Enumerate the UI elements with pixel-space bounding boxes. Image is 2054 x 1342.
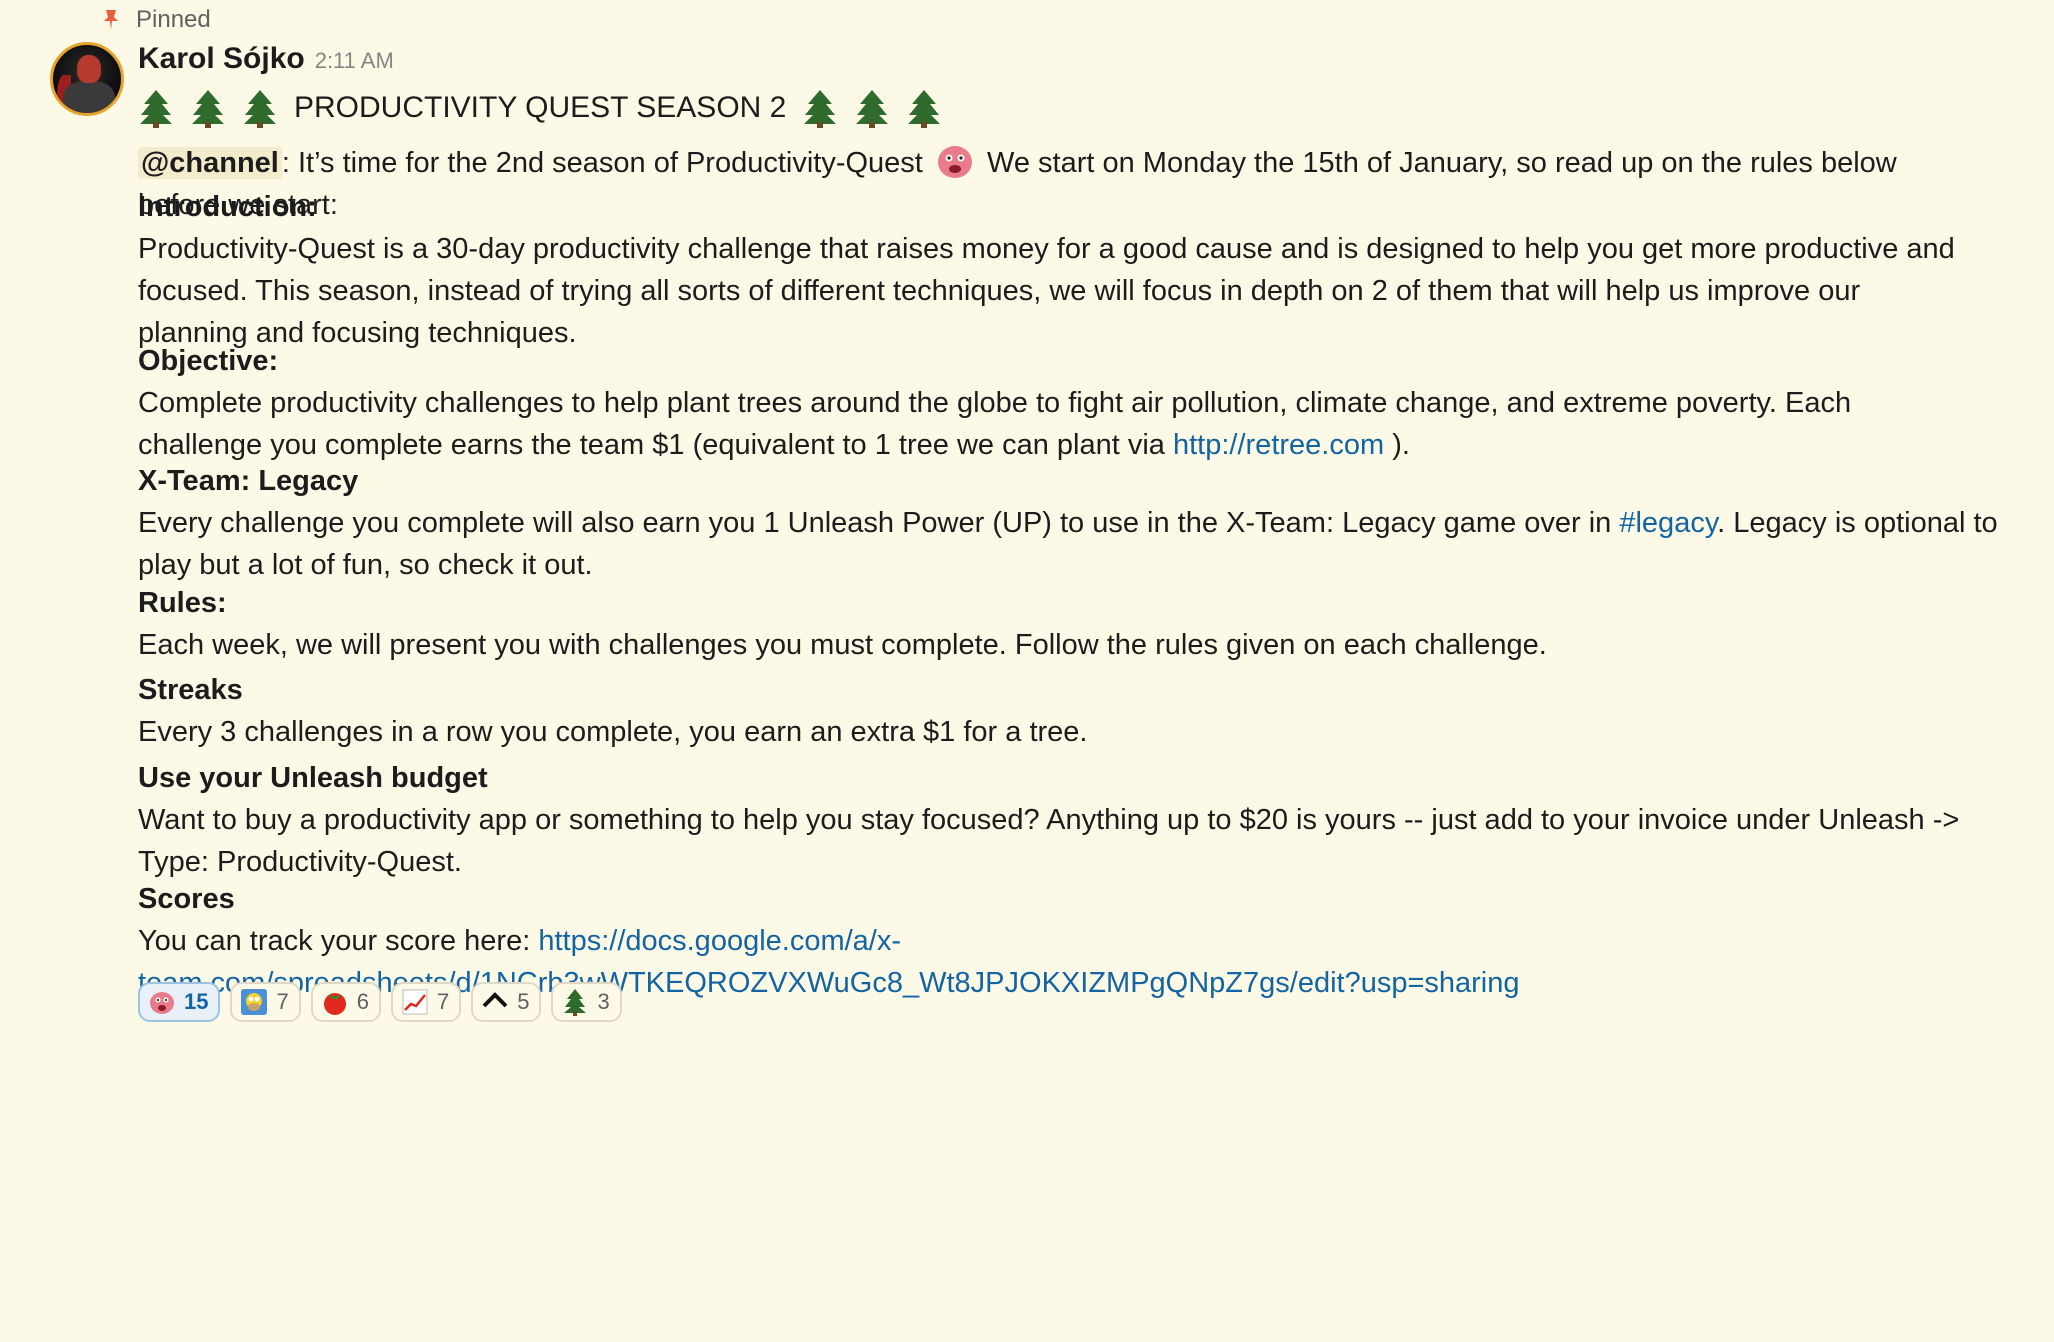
message: Karol Sójko 2:11 AM PRODUCTIVITY QUEST S…: [138, 42, 2018, 1022]
streaks-section: Streaks Every 3 challenges in a row you …: [138, 669, 1087, 753]
objective-heading: Objective:: [138, 345, 279, 377]
legacy-heading: X-Team: Legacy: [138, 465, 359, 497]
legacy-line: Every challenge you complete will also e…: [138, 502, 1998, 544]
channel-mention[interactable]: @channel: [138, 147, 282, 179]
intro-text-2: We start on Monday the 15th of January, …: [987, 147, 1897, 179]
rules-section: Rules: Each week, we will present you wi…: [138, 582, 1547, 666]
objective-line: Complete productivity challenges to help…: [138, 387, 1852, 419]
tomato-emoji-icon: [323, 993, 346, 1015]
legacy-line-text: Every challenge you complete will also e…: [138, 507, 1612, 539]
author-name[interactable]: Karol Sójko: [138, 42, 305, 76]
evergreen-tree-icon: [244, 90, 276, 128]
pink-creature-emoji-icon: [937, 146, 972, 178]
timestamp[interactable]: 2:11 AM: [315, 48, 394, 74]
scores-link[interactable]: https://docs.google.com/a/x-: [538, 925, 901, 957]
chevron-up-icon: [482, 992, 508, 1008]
reaction-evergreen-tree[interactable]: 3: [551, 982, 622, 1022]
chart-increasing-icon: [402, 989, 428, 1015]
reaction-chart[interactable]: 7: [390, 982, 462, 1022]
evergreen-tree-icon: [804, 90, 837, 128]
reaction-count: 15: [184, 989, 209, 1014]
introduction-heading: Introduction:: [138, 191, 317, 223]
legacy-line-suffix: . Legacy is optional to: [1717, 507, 1998, 539]
reaction-tomato[interactable]: 6: [310, 982, 381, 1022]
pink-creature-emoji-icon: [150, 992, 174, 1014]
scores-text: You can track your score here:: [138, 925, 531, 957]
evergreen-tree-icon: [908, 90, 941, 128]
reaction-count: 7: [276, 989, 289, 1014]
intro-text-1: : It’s time for the 2nd season of Produc…: [281, 147, 923, 179]
avatar[interactable]: [50, 42, 124, 116]
legacy-line: play but a lot of fun, so check it out.: [138, 549, 593, 581]
introduction-line: Productivity-Quest is a 30-day productiv…: [138, 233, 1955, 265]
reaction-count: 7: [436, 989, 450, 1014]
introduction-section: Introduction: Productivity-Quest is a 30…: [138, 186, 1955, 354]
budget-section: Use your Unleash budget Want to buy a pr…: [138, 757, 1959, 883]
reaction-count: 6: [356, 989, 369, 1014]
retree-link[interactable]: http://retree.com: [1173, 429, 1384, 461]
reactions-bar: 15 7 6 7 5 3: [138, 982, 622, 1022]
homer-emoji-icon: [241, 989, 268, 1015]
reaction-count: 5: [517, 989, 530, 1014]
introduction-line: focused. This season, instead of trying …: [138, 275, 1861, 307]
reaction-homer[interactable]: 7: [230, 982, 301, 1022]
objective-line-suffix: ).: [1392, 429, 1410, 461]
rules-heading: Rules:: [138, 587, 227, 619]
streaks-line: Every 3 challenges in a row you complete…: [138, 716, 1088, 748]
reaction-pink-creature[interactable]: 15: [138, 982, 221, 1022]
title-text: PRODUCTIVITY QUEST SEASON 2: [294, 91, 787, 124]
message-header: Karol Sójko 2:11 AM: [138, 42, 2018, 84]
reaction-count: 3: [597, 989, 610, 1014]
legacy-section: X-Team: Legacy Every challenge you compl…: [138, 460, 1998, 586]
evergreen-tree-icon: [564, 989, 587, 1016]
pinned-indicator: Pinned: [100, 4, 211, 36]
budget-line: Want to buy a productivity app or someth…: [138, 804, 1960, 836]
budget-line: Type: Productivity-Quest.: [138, 846, 462, 878]
objective-line-text: challenge you complete earns the team $1…: [138, 429, 1165, 461]
pinned-label: Pinned: [136, 6, 211, 33]
budget-heading: Use your Unleash budget: [138, 762, 488, 794]
message-title: PRODUCTIVITY QUEST SEASON 2: [138, 84, 2018, 132]
legacy-channel-link[interactable]: #legacy: [1619, 507, 1717, 539]
evergreen-tree-icon: [140, 90, 172, 128]
evergreen-tree-icon: [192, 90, 224, 128]
objective-section: Objective: Complete productivity challen…: [138, 340, 1851, 466]
reaction-chevron-up[interactable]: 5: [471, 982, 542, 1022]
evergreen-tree-icon: [856, 90, 889, 128]
rules-line: Each week, we will present you with chal…: [138, 629, 1547, 661]
scores-heading: Scores: [138, 883, 235, 915]
pin-icon: [104, 10, 118, 30]
streaks-heading: Streaks: [138, 674, 243, 706]
